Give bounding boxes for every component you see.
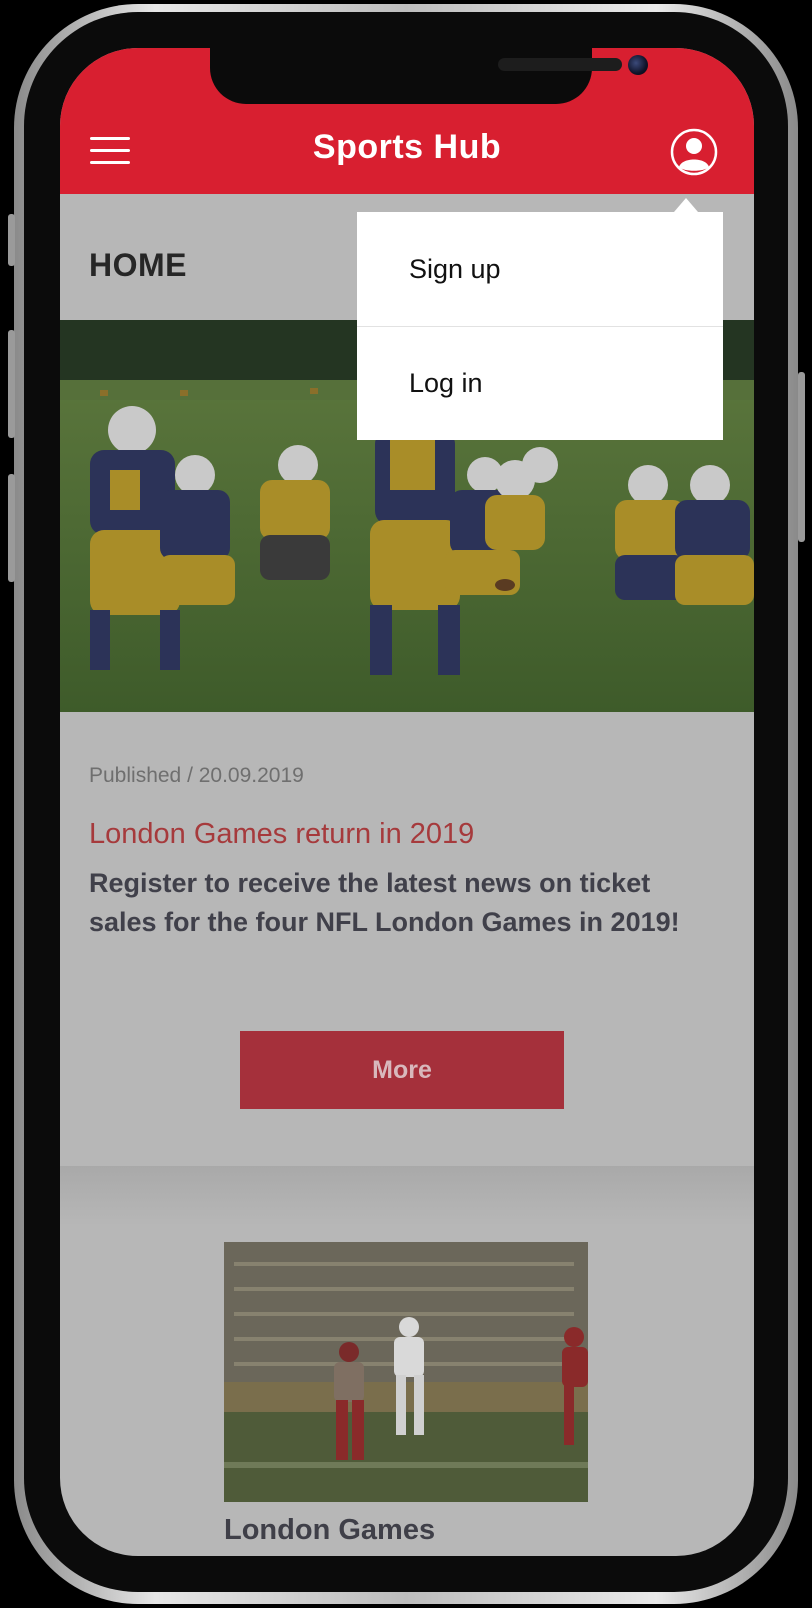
phone-screen: Sports Hub HOME Published / 20.09.2019 L… [60,48,754,1556]
more-button[interactable]: More [240,1031,564,1109]
dropdown-caret [674,198,698,212]
section-divider [60,1166,754,1226]
card-image-stadium-catch[interactable] [224,1242,588,1502]
article-headline[interactable]: London Games return in 2019 [89,818,729,851]
page-title: HOME [89,247,187,283]
log-in-menu-item[interactable]: Log in [357,326,723,440]
mute-switch [8,214,15,266]
speaker-grille [498,58,622,71]
front-camera [628,55,648,75]
card-title[interactable]: London Games [224,1514,435,1547]
app-title: Sports Hub [312,128,502,166]
volume-up-button [8,330,15,438]
article-published-date: Published / 20.09.2019 [89,764,304,787]
power-button [798,372,805,542]
user-dropdown-menu: Sign up Log in [357,198,723,440]
user-profile-icon[interactable] [670,128,718,176]
notch [210,48,648,104]
article-summary: Register to receive the latest news on t… [89,868,680,937]
sign-up-menu-item[interactable]: Sign up [357,212,723,326]
volume-down-button [8,474,15,582]
